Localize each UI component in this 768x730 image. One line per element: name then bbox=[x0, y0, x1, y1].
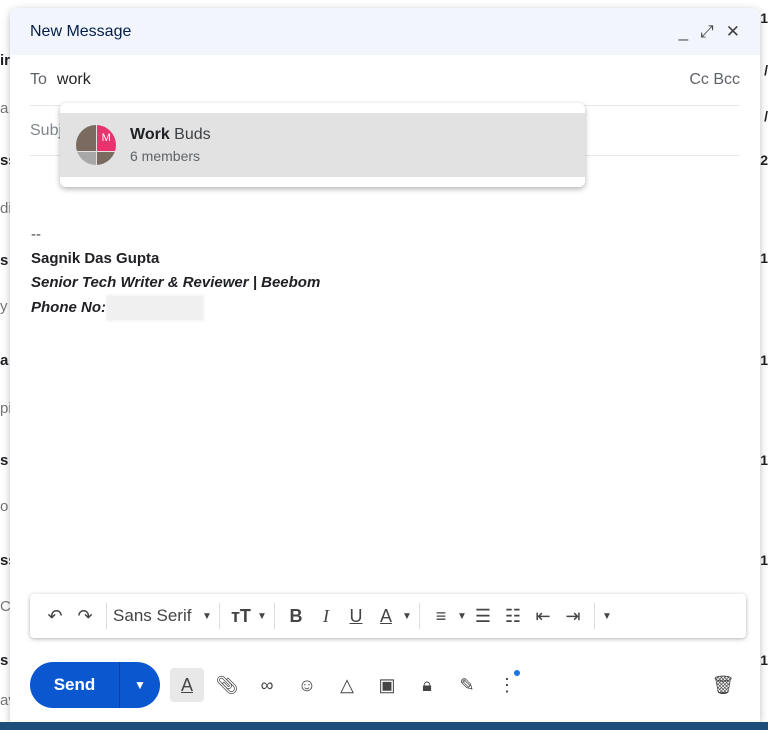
cc-bcc-link[interactable]: Cc Bcc bbox=[689, 71, 740, 89]
background-text-fragment: s bbox=[0, 652, 9, 669]
send-options-icon[interactable]: ▼ bbox=[120, 662, 160, 708]
compose-title: New Message bbox=[30, 22, 132, 40]
redacted-phone bbox=[106, 295, 204, 321]
formatting-toolbar: ↶ ↷ Sans Serif ▼ тT ▼ B I U A ▼ ≡ ▼ ☰ ☷ ⇤ ⇥… bbox=[30, 594, 746, 638]
background-date-fragment: / bbox=[764, 108, 768, 124]
text-color-icon[interactable]: A bbox=[371, 601, 401, 631]
suggestion-members: 6 members bbox=[130, 148, 201, 164]
background-date-fragment: 1 bbox=[760, 452, 768, 468]
background-date-fragment: 1 bbox=[760, 552, 768, 568]
suggestion-work-buds[interactable]: M Work Buds 6 members bbox=[60, 113, 585, 177]
numbered-list-icon[interactable]: ☰ bbox=[468, 601, 498, 631]
undo-icon[interactable]: ↶ bbox=[40, 601, 70, 631]
discard-trash-icon[interactable]: 🗑︎ bbox=[706, 668, 740, 702]
link-icon[interactable]: ∞ bbox=[250, 668, 284, 702]
compose-window: New Message _ ⤢ ✕ To work Cc Bcc Subject… bbox=[10, 8, 760, 722]
background-text-fragment: a bbox=[0, 100, 9, 117]
more-formatting-icon[interactable]: ▼ bbox=[601, 601, 613, 631]
close-icon[interactable]: ✕ bbox=[726, 22, 740, 42]
align-icon[interactable]: ≡ bbox=[426, 601, 456, 631]
indent-more-icon[interactable]: ⇥ bbox=[558, 601, 588, 631]
send-button-group: Send ▼ bbox=[30, 662, 160, 708]
suggestion-name: Work Buds bbox=[130, 126, 211, 143]
more-options-icon[interactable]: ⋮ bbox=[490, 668, 524, 702]
background-text-fragment: a bbox=[0, 352, 9, 369]
signature[interactable]: -- Sagnik Das Gupta Senior Tech Writer &… bbox=[31, 223, 320, 321]
signature-title: Senior Tech Writer & Reviewer | Beebom bbox=[31, 274, 321, 291]
background-text-fragment: ir bbox=[0, 52, 11, 69]
signature-name: Sagnik Das Gupta bbox=[31, 250, 160, 267]
background-text-fragment: o bbox=[0, 498, 9, 515]
bold-icon[interactable]: B bbox=[281, 601, 311, 631]
background-date-fragment: 2 bbox=[760, 152, 768, 168]
font-size-icon[interactable]: тT bbox=[226, 601, 256, 631]
compose-actions: Send ▼ A 📎︎ ∞ ☺ △ ▣ 🔒︎ ✎ ⋮ 🗑︎ bbox=[30, 662, 740, 708]
confidential-lock-icon[interactable]: 🔒︎ bbox=[410, 668, 444, 702]
indent-less-icon[interactable]: ⇤ bbox=[528, 601, 558, 631]
background-text-fragment: s bbox=[0, 452, 9, 469]
italic-icon[interactable]: I bbox=[311, 601, 341, 631]
compose-header: New Message _ ⤢ ✕ bbox=[10, 8, 760, 55]
redo-icon[interactable]: ↷ bbox=[70, 601, 100, 631]
attach-icon[interactable]: 📎︎ bbox=[210, 668, 244, 702]
background-text-fragment: s bbox=[0, 252, 9, 269]
to-field[interactable]: To work Cc Bcc bbox=[30, 55, 740, 106]
bulleted-list-icon[interactable]: ☷ bbox=[498, 601, 528, 631]
to-input[interactable]: work bbox=[57, 71, 91, 89]
signature-pen-icon[interactable]: ✎ bbox=[450, 668, 484, 702]
recipient-suggestions: M Work Buds 6 members bbox=[60, 103, 585, 187]
emoji-icon[interactable]: ☺ bbox=[290, 668, 324, 702]
formatting-options-icon[interactable]: A bbox=[170, 668, 204, 702]
window-bottom-border bbox=[0, 722, 768, 730]
expand-icon[interactable]: ⤢ bbox=[700, 22, 714, 42]
photo-icon[interactable]: ▣ bbox=[370, 668, 404, 702]
background-text-fragment: y bbox=[0, 298, 8, 315]
background-date-fragment: / bbox=[764, 62, 768, 78]
group-avatar: M bbox=[76, 125, 116, 165]
minimize-icon[interactable]: _ bbox=[679, 22, 688, 42]
background-date-fragment: 1 bbox=[760, 10, 768, 26]
drive-icon[interactable]: △ bbox=[330, 668, 364, 702]
background-date-fragment: 1 bbox=[760, 352, 768, 368]
signature-phone: Phone No: bbox=[31, 295, 320, 321]
to-label: To bbox=[30, 71, 47, 88]
background-date-fragment: 1 bbox=[760, 652, 768, 668]
signature-separator: -- bbox=[31, 226, 41, 243]
send-button[interactable]: Send bbox=[30, 662, 120, 708]
underline-icon[interactable]: U bbox=[341, 601, 371, 631]
background-date-fragment: 1 bbox=[760, 250, 768, 266]
font-select[interactable]: Sans Serif ▼ bbox=[113, 601, 213, 631]
